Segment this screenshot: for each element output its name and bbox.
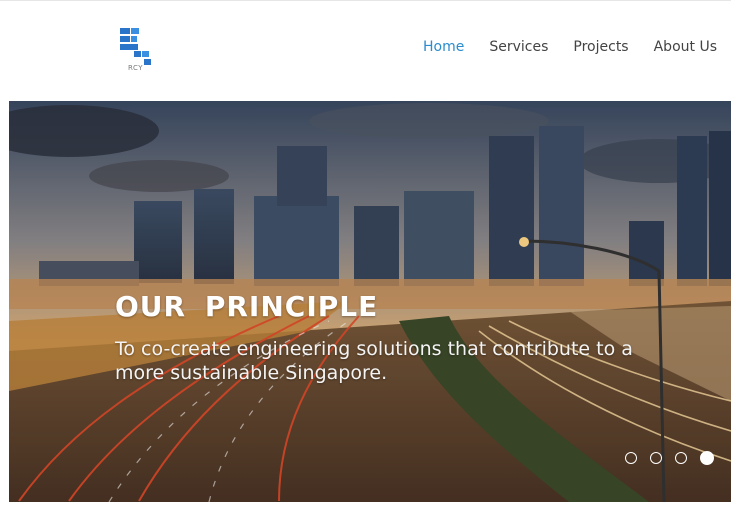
slider-dots [612, 451, 714, 465]
site-header: RCY Home Services Projects About Us [0, 1, 731, 101]
hero-title: OUR PRINCIPLE [115, 290, 379, 323]
nav-services[interactable]: Services [489, 39, 548, 55]
nav-projects[interactable]: Projects [573, 39, 628, 55]
nav-home[interactable]: Home [423, 39, 464, 55]
slide-dot-2[interactable] [650, 452, 662, 464]
slide-dot-3[interactable] [675, 452, 687, 464]
logo-text: RCY [128, 64, 144, 72]
slide-dot-4[interactable] [700, 451, 714, 465]
rcy-logo[interactable]: RCY [120, 28, 160, 74]
hero-text: To co-create engineering solutions that … [115, 338, 633, 384]
nav-about-us[interactable]: About Us [654, 39, 717, 55]
hero-slider: OUR PRINCIPLE To co-create engineering s… [9, 101, 731, 502]
main-nav: Home Services Projects About Us [398, 39, 717, 55]
hero-caption: OUR PRINCIPLE To co-create engineering s… [115, 290, 675, 385]
slide-dot-1[interactable] [625, 452, 637, 464]
